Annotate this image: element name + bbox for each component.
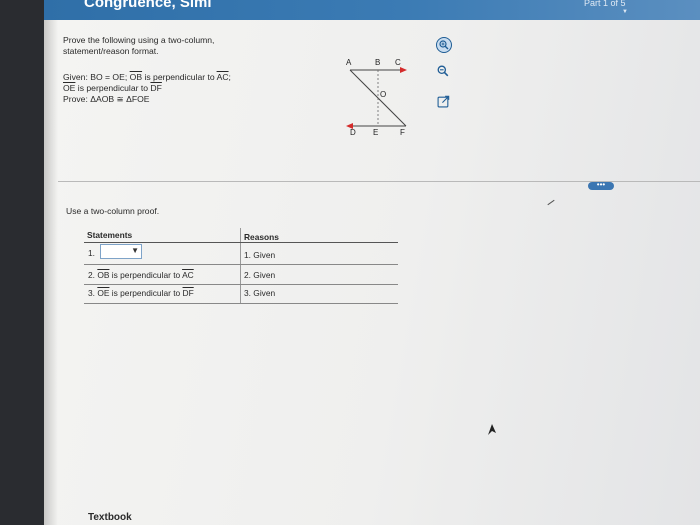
- statement-1-dropdown[interactable]: ▼: [100, 244, 142, 259]
- pen-mark: [547, 199, 555, 206]
- row2-text: is perpendicular to: [109, 270, 183, 280]
- row3-number: 3.: [88, 288, 95, 298]
- panel-shadow: [44, 20, 58, 525]
- row3-rule: [84, 303, 398, 304]
- mouse-pointer-icon: [488, 424, 496, 435]
- label-a: A: [346, 58, 352, 67]
- header-rule: [84, 242, 398, 243]
- red-arrow-c: [400, 67, 407, 73]
- label-f: F: [400, 128, 405, 136]
- line2-mid: is perpendicular to: [75, 83, 151, 93]
- column-divider: [240, 228, 241, 304]
- given-prefix: Given: BO = OE;: [63, 72, 130, 82]
- segment-ob: OB: [129, 72, 143, 82]
- textbook-link[interactable]: Textbook: [88, 512, 132, 523]
- label-e: E: [373, 128, 378, 136]
- given-end: ;: [228, 72, 231, 82]
- part-indicator[interactable]: Part 1 of 5: [584, 0, 626, 8]
- part-dropdown-icon[interactable]: ▼: [622, 9, 628, 15]
- row2-reason: 2. Given: [244, 270, 276, 280]
- row2-rule: [84, 284, 398, 285]
- row2-seg: OB: [97, 270, 110, 280]
- segment-df: DF: [150, 83, 162, 93]
- row3-text: is perpendicular to: [109, 288, 183, 298]
- row3-seg2: DF: [182, 288, 194, 298]
- row2-seg2: AC: [182, 270, 194, 280]
- given-line-2: OE is perpendicular to DF: [63, 83, 323, 94]
- row1-reason: 1. Given: [244, 250, 276, 260]
- given-mid: is perpendicular to: [142, 72, 217, 82]
- app-screen: Congruence, Simi Part 1 of 5 ▼ Prove the…: [44, 0, 700, 525]
- more-options-button[interactable]: •••: [588, 181, 614, 190]
- label-d: D: [350, 128, 356, 136]
- title-bar: Congruence, Simi Part 1 of 5 ▼: [44, 0, 700, 20]
- prove-statement: Prove: ΔAOB ≅ ΔFOE: [63, 94, 150, 104]
- row1-rule: [84, 264, 398, 265]
- geometry-figure: A B C O D E F: [346, 58, 407, 136]
- row2-statement: 2. OB is perpendicular to AC: [88, 270, 194, 280]
- row1-number: 1.: [88, 248, 95, 258]
- assignment-title: Congruence, Simi: [84, 0, 212, 11]
- problem-intro: Prove the following using a two-column, …: [63, 35, 303, 57]
- zoom-out-icon[interactable]: [436, 64, 450, 78]
- label-c: C: [395, 58, 401, 67]
- statements-header: Statements: [87, 230, 133, 240]
- segment-oe: OE: [63, 83, 76, 93]
- label-b: B: [375, 58, 380, 67]
- segment-ac: AC: [216, 72, 229, 82]
- row3-statement: 3. OE is perpendicular to DF: [88, 288, 194, 298]
- given-block: Given: BO = OE; OB is perpendicular to A…: [63, 72, 323, 105]
- intro-line-2: statement/reason format.: [63, 46, 159, 56]
- open-external-icon[interactable]: [436, 94, 450, 108]
- zoom-in-icon[interactable]: [436, 37, 452, 53]
- row3-seg: OE: [97, 288, 110, 298]
- row2-number: 2.: [88, 270, 95, 280]
- intro-line-1: Prove the following using a two-column,: [63, 35, 215, 45]
- row3-reason: 3. Given: [244, 288, 276, 298]
- chevron-down-icon[interactable]: ▼: [131, 246, 139, 255]
- label-o: O: [380, 90, 386, 99]
- reasons-header: Reasons: [244, 232, 279, 242]
- instruction-text: Use a two-column proof.: [66, 206, 160, 216]
- given-line: Given: BO = OE; OB is perpendicular to A…: [63, 72, 323, 83]
